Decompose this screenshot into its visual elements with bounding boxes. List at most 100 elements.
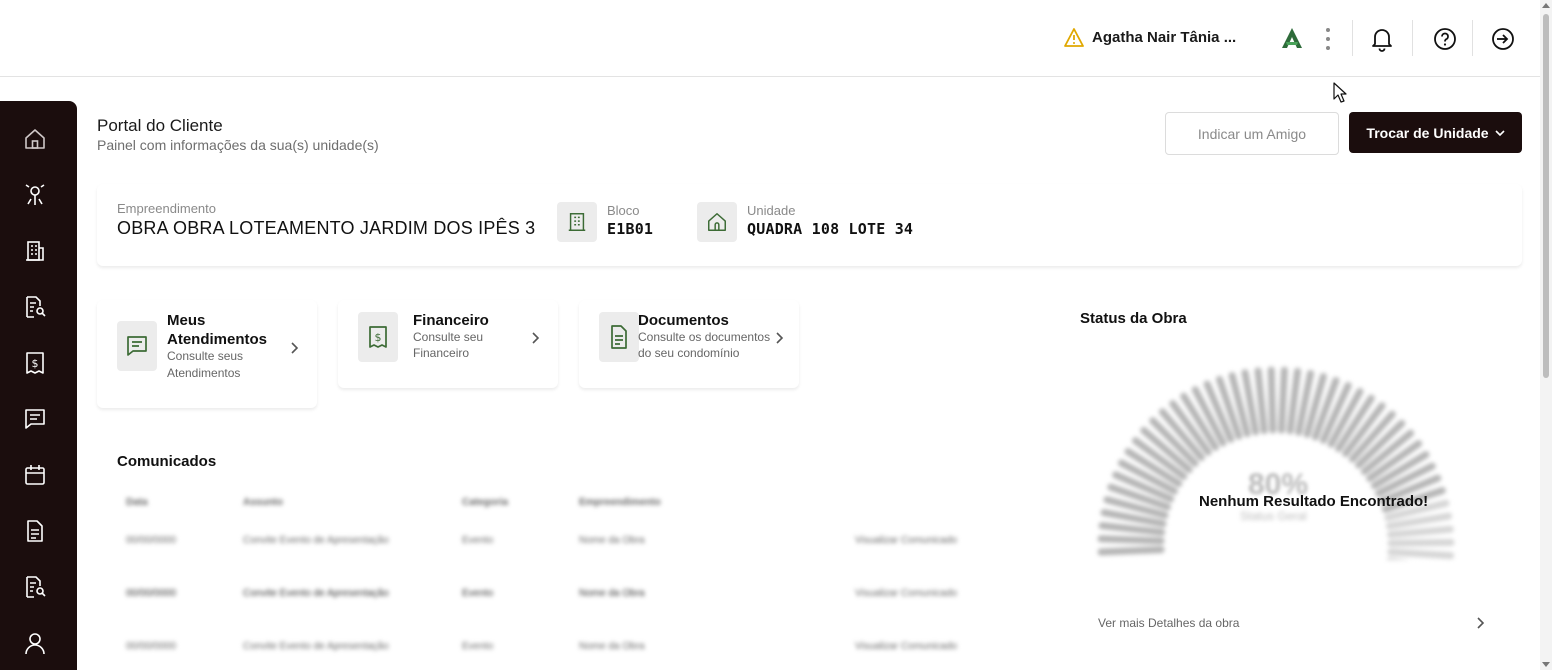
- cell-empreendimento: Nome da Obra: [579, 535, 645, 546]
- scroll-thumb[interactable]: [1543, 14, 1549, 378]
- logout-icon[interactable]: [1490, 26, 1516, 52]
- cell-categoria: Evento: [462, 588, 494, 599]
- quick-card-atendimentos[interactable]: Meus Atendimentos Consulte seus Atendime…: [97, 300, 317, 408]
- unidade-label: Unidade: [747, 203, 796, 218]
- comunicados-title: Comunicados: [117, 453, 217, 470]
- cell-assunto: Convite Evento de Apresentação: [243, 535, 389, 546]
- home-icon[interactable]: [23, 127, 47, 151]
- tools-icon[interactable]: [23, 183, 47, 207]
- help-icon[interactable]: [1432, 26, 1458, 52]
- chat-icon: [127, 336, 147, 356]
- chevron-right-icon: [776, 332, 784, 344]
- gauge-tick: [1387, 538, 1455, 547]
- gauge-tick: [1097, 535, 1165, 545]
- bloco-iconbox: [557, 202, 597, 242]
- unit-info-card: Empreendimento OBRA OBRA LOTEAMENTO JARD…: [97, 184, 1522, 266]
- table-header-categoria: Categoria: [462, 497, 509, 508]
- quick-card-financeiro[interactable]: $ Financeiro Consulte seu Financeiro: [338, 300, 558, 388]
- chevron-right-icon: [291, 342, 299, 354]
- divider: [1412, 20, 1413, 56]
- card-title: Documentos: [638, 312, 729, 329]
- card-title: Financeiro: [413, 312, 489, 329]
- chevron-down-icon: [1495, 129, 1505, 136]
- cell-data: 00/00/0000: [126, 641, 177, 652]
- table-header-assunto: Assunto: [243, 497, 283, 508]
- divider: [1352, 20, 1353, 56]
- bloco-value: E1B01: [607, 220, 654, 238]
- empreendimento-value: OBRA OBRA LOTEAMENTO JARDIM DOS IPÊS 3: [117, 218, 536, 238]
- divider: [1472, 20, 1473, 56]
- gauge-tick: [1097, 546, 1165, 556]
- building-icon[interactable]: [23, 239, 47, 263]
- calendar-icon[interactable]: [23, 463, 47, 487]
- receipt-iconbox: $: [358, 312, 398, 362]
- svg-text:$: $: [375, 331, 382, 344]
- unidade-iconbox: [697, 202, 737, 242]
- cell-action[interactable]: Visualizar Comunicado: [855, 535, 957, 546]
- status-gauge: [1097, 366, 1455, 560]
- cell-action[interactable]: Visualizar Comunicado: [855, 588, 957, 599]
- warning-icon: [1064, 28, 1084, 47]
- chevron-right-icon: [532, 332, 540, 344]
- cell-assunto: Convite Evento de Apresentação: [243, 641, 389, 652]
- card-desc-line1: Consulte seus: [167, 349, 244, 363]
- card-desc-line2: do seu condomínio: [638, 346, 740, 360]
- page-title: Portal do Cliente: [97, 116, 223, 135]
- svg-text:$: $: [32, 357, 39, 370]
- empreendimento-label: Empreendimento: [117, 201, 216, 216]
- receipt-dollar-icon[interactable]: $: [23, 351, 47, 375]
- no-result-message: Nenhum Resultado Encontrado!: [1199, 493, 1429, 510]
- unidade-value: QUADRA 108 LOTE 34: [747, 220, 914, 238]
- card-desc-line2: Atendimentos: [167, 366, 241, 380]
- scroll-down-arrow[interactable]: [1542, 662, 1550, 667]
- chevron-right-icon[interactable]: [1474, 616, 1486, 630]
- gauge-tick: [1387, 548, 1455, 560]
- user-menu[interactable]: Agatha Nair Tânia ...: [1064, 28, 1236, 47]
- cell-categoria: Evento: [462, 641, 494, 652]
- table-header-data: Data: [126, 497, 148, 508]
- switch-unit-button[interactable]: Trocar de Unidade: [1349, 112, 1522, 153]
- user-icon[interactable]: [23, 631, 47, 655]
- table-header-empreendimento: Empreendimento: [579, 497, 661, 508]
- cell-empreendimento: Nome da Obra: [579, 588, 645, 599]
- sidebar: $: [0, 101, 77, 670]
- house-icon: [708, 213, 726, 231]
- user-name: Agatha Nair Tânia ...: [1092, 29, 1237, 46]
- document-search-icon[interactable]: [23, 575, 47, 599]
- gauge-subtitle: Status Geral: [1240, 509, 1307, 523]
- chat-icon[interactable]: [23, 407, 47, 431]
- quick-card-documentos[interactable]: Documentos Consulte os documentos do seu…: [579, 300, 799, 388]
- bell-icon[interactable]: [1369, 26, 1395, 52]
- mouse-cursor-icon: [1333, 82, 1347, 103]
- gauge-tick: [1278, 366, 1288, 434]
- scroll-up-arrow[interactable]: [1542, 3, 1550, 8]
- status-details-link[interactable]: Ver mais Detalhes da obra: [1098, 616, 1239, 630]
- gauge-tick: [1286, 367, 1302, 435]
- gauge-tick: [1254, 367, 1268, 435]
- chat-iconbox: [117, 321, 157, 371]
- cell-data: 00/00/0000: [126, 535, 177, 546]
- card-desc-line1: Consulte os documentos: [638, 330, 771, 344]
- refer-friend-button[interactable]: Indicar um Amigo: [1165, 112, 1339, 155]
- cell-action[interactable]: Visualizar Comunicado: [855, 641, 957, 652]
- document-search-icon[interactable]: [23, 295, 47, 319]
- card-title-line1: Meus: [167, 312, 206, 329]
- gauge-tick: [1387, 525, 1454, 539]
- cell-data: 00/00/0000: [126, 588, 177, 599]
- cell-assunto: Convite Evento de Apresentação: [243, 588, 389, 599]
- card-desc-line1: Consulte seu: [413, 330, 484, 344]
- page-scrollbar[interactable]: [1540, 0, 1552, 670]
- card-desc-line2: Financeiro: [413, 346, 470, 360]
- page-subtitle: Painel com informações da sua(s) unidade…: [97, 137, 379, 153]
- document-icon[interactable]: [23, 519, 47, 543]
- kebab-menu-icon[interactable]: [1318, 26, 1338, 52]
- switch-unit-label: Trocar de Unidade: [1366, 124, 1489, 141]
- card-title-line2: Atendimentos: [167, 331, 268, 348]
- gauge-tick: [1267, 366, 1277, 434]
- bloco-label: Bloco: [607, 203, 640, 218]
- brand-logo-icon: [1282, 28, 1302, 48]
- building-icon: [568, 213, 586, 231]
- top-header: Agatha Nair Tânia ...: [0, 0, 1540, 77]
- gauge-tick: [1098, 522, 1166, 536]
- status-title: Status da Obra: [1080, 310, 1187, 327]
